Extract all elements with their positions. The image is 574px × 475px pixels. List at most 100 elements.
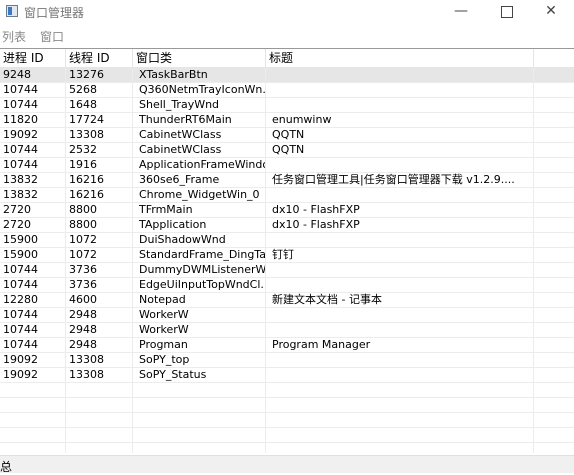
window-class-cell: SoPY_top <box>133 353 266 367</box>
column-header-process-id[interactable]: 进程 ID <box>0 49 66 67</box>
empty-cell <box>133 383 266 397</box>
process-id-cell: 15900 <box>0 248 66 262</box>
window-class-cell: CabinetWClass <box>133 128 266 142</box>
status-bar: 总 <box>0 455 574 474</box>
title-cell: QQTN <box>266 143 534 157</box>
process-id-cell: 10744 <box>0 278 66 292</box>
table-row[interactable]: 13832 16216 Chrome_WidgetWin_0 <box>0 188 574 203</box>
menu-list[interactable]: 列表 <box>2 28 26 45</box>
empty-cell <box>0 383 66 397</box>
thread-id-cell: 8800 <box>66 218 133 232</box>
window-class-cell: XTaskBarBtn <box>133 68 266 82</box>
process-id-cell: 10744 <box>0 158 66 172</box>
table-row[interactable]: 10744 2948 WorkerW <box>0 323 574 338</box>
window-class-cell: EdgeUiInputTopWndCl... <box>133 278 266 292</box>
table-row[interactable]: 2720 8800 TApplication dx10 - FlashFXP <box>0 218 574 233</box>
menu-window[interactable]: 窗口 <box>40 28 64 45</box>
process-id-cell: 10744 <box>0 308 66 322</box>
table-row[interactable]: 12280 4600 Notepad 新建文本文档 - 记事本 <box>0 293 574 308</box>
process-id-cell: 19092 <box>0 368 66 382</box>
empty-cell <box>66 383 133 397</box>
close-button[interactable]: ✕ <box>528 0 574 24</box>
thread-id-cell: 1648 <box>66 98 133 112</box>
table-row[interactable]: 19092 13308 SoPY_Status <box>0 368 574 383</box>
table-row[interactable]: 10744 5268 Q360NetmTrayIconWn... <box>0 83 574 98</box>
thread-id-cell: 3736 <box>66 278 133 292</box>
empty-cell <box>0 443 66 453</box>
column-header-window-class[interactable]: 窗口类 <box>133 49 266 67</box>
window-class-cell: Chrome_WidgetWin_0 <box>133 188 266 202</box>
empty-cell <box>66 428 133 442</box>
process-id-cell: 19092 <box>0 128 66 142</box>
process-id-cell: 10744 <box>0 83 66 97</box>
menu-bar: 列表 窗口 <box>0 26 574 46</box>
empty-row <box>0 383 574 398</box>
table-row[interactable]: 19092 13308 SoPY_top <box>0 353 574 368</box>
title-cell <box>266 158 534 172</box>
empty-cell <box>66 443 133 453</box>
title-cell: Program Manager <box>266 338 534 352</box>
title-cell <box>266 278 534 292</box>
table-row[interactable]: 10744 3736 DummyDWMListenerW... <box>0 263 574 278</box>
thread-id-cell: 2948 <box>66 308 133 322</box>
thread-id-cell: 13308 <box>66 368 133 382</box>
process-id-cell: 2720 <box>0 218 66 232</box>
table-row[interactable]: 10744 1648 Shell_TrayWnd <box>0 98 574 113</box>
window-class-cell: Q360NetmTrayIconWn... <box>133 83 266 97</box>
title-cell: dx10 - FlashFXP <box>266 203 534 217</box>
thread-id-cell: 2948 <box>66 323 133 337</box>
window-class-cell: WorkerW <box>133 323 266 337</box>
column-header-thread-id[interactable]: 线程 ID <box>66 49 133 67</box>
title-cell: dx10 - FlashFXP <box>266 218 534 232</box>
minimize-button[interactable]: — <box>438 0 484 24</box>
table-row[interactable]: 15900 1072 DuiShadowWnd <box>0 233 574 248</box>
thread-id-cell: 1072 <box>66 248 133 262</box>
process-id-cell: 15900 <box>0 233 66 247</box>
empty-cell <box>133 443 266 453</box>
title-cell <box>266 308 534 322</box>
process-id-cell: 2720 <box>0 203 66 217</box>
app-window-icon <box>6 5 18 17</box>
thread-id-cell: 16216 <box>66 188 133 202</box>
table-row[interactable]: 10744 3736 EdgeUiInputTopWndCl... <box>0 278 574 293</box>
table-row[interactable]: 10744 1916 ApplicationFrameWindow <box>0 158 574 173</box>
window-class-cell: 360se6_Frame <box>133 173 266 187</box>
table-row[interactable]: 10744 2532 CabinetWClass QQTN <box>0 143 574 158</box>
title-cell <box>266 68 534 82</box>
title-cell <box>266 98 534 112</box>
empty-cell <box>266 383 534 397</box>
window-class-cell: TFrmMain <box>133 203 266 217</box>
empty-row <box>0 428 574 443</box>
process-id-cell: 11820 <box>0 113 66 127</box>
window-list-table[interactable]: 进程 ID 线程 ID 窗口类 标题 9248 13276 XTaskBarBtn 1… <box>0 48 574 453</box>
table-header: 进程 ID 线程 ID 窗口类 标题 <box>0 49 574 68</box>
table-row[interactable]: 10744 2948 WorkerW <box>0 308 574 323</box>
table-row[interactable]: 2720 8800 TFrmMain dx10 - FlashFXP <box>0 203 574 218</box>
title-bar: 窗口管理器 — ✕ <box>0 0 574 24</box>
table-row[interactable]: 15900 1072 StandardFrame_DingTalk 钉钉 <box>0 248 574 263</box>
table-body: 9248 13276 XTaskBarBtn 10744 5268 Q360NetmTra… <box>0 68 574 453</box>
thread-id-cell: 4600 <box>66 293 133 307</box>
thread-id-cell: 1072 <box>66 233 133 247</box>
table-row[interactable]: 9248 13276 XTaskBarBtn <box>0 68 574 83</box>
empty-cell <box>266 428 534 442</box>
status-text: 总 <box>0 460 13 474</box>
maximize-button[interactable] <box>484 0 530 24</box>
empty-cell <box>0 413 66 427</box>
table-row[interactable]: 19092 13308 CabinetWClass QQTN <box>0 128 574 143</box>
table-row[interactable]: 10744 2948 Progman Program Manager <box>0 338 574 353</box>
maximize-icon <box>501 6 513 18</box>
window-class-cell: DummyDWMListenerW... <box>133 263 266 277</box>
empty-cell <box>66 413 133 427</box>
empty-cell <box>66 398 133 412</box>
window-class-cell: Shell_TrayWnd <box>133 98 266 112</box>
window-class-cell: ThunderRT6Main <box>133 113 266 127</box>
table-row[interactable]: 11820 17724 ThunderRT6Main enumwinw <box>0 113 574 128</box>
thread-id-cell: 13308 <box>66 353 133 367</box>
column-header-title[interactable]: 标题 <box>266 49 534 67</box>
empty-row <box>0 398 574 413</box>
empty-cell <box>133 413 266 427</box>
title-cell: enumwinw <box>266 113 534 127</box>
empty-cell <box>0 398 66 412</box>
table-row[interactable]: 13832 16216 360se6_Frame 任务窗口管理工具|任务窗口管理器下载… <box>0 173 574 188</box>
